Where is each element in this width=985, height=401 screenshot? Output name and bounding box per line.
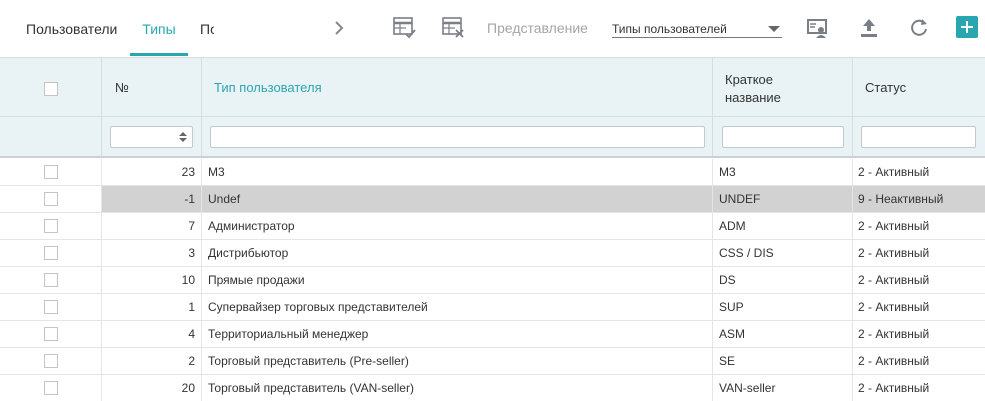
toolbar: Пользователи Типы По Представление Типы … [0,0,985,57]
user-card-icon[interactable] [805,15,831,41]
cell-short-name[interactable]: VAN-seller [713,375,853,401]
row-checkbox-cell [0,240,102,266]
row-checkbox[interactable] [44,381,58,395]
cell-status[interactable]: 2 - Активный [853,213,985,239]
table-row[interactable]: 7 Администратор ADM 2 - Активный [0,213,985,240]
filter-type-input[interactable] [210,126,705,148]
table-row[interactable]: 23 M3 M3 2 - Активный [0,159,985,186]
table-row[interactable]: 20 Торговый представитель (VAN-seller) VAN… [0,375,985,401]
cell-number[interactable]: 2 [102,348,202,374]
column-header-number[interactable]: № [115,80,129,95]
cell-short-name[interactable]: DS [713,267,853,293]
add-button[interactable] [956,16,978,38]
plus-icon [961,21,973,33]
row-checkbox-cell [0,321,102,347]
cell-number[interactable]: 23 [102,159,202,185]
spinner-icon[interactable] [178,130,188,144]
view-select[interactable]: Типы пользователей [612,16,782,38]
column-header-short-name[interactable]: Краткое название [725,71,805,107]
cell-short-name[interactable]: CSS / DIS [713,240,853,266]
cell-short-name[interactable]: M3 [713,159,853,185]
cell-status[interactable]: 2 - Активный [853,321,985,347]
cell-type[interactable]: Undef [202,186,713,212]
cell-short-name[interactable]: UNDEF [713,186,853,212]
cell-number[interactable]: 20 [102,375,202,401]
cell-type[interactable]: Прямые продажи [202,267,713,293]
caret-down-icon [768,26,780,32]
view-select-value: Типы пользователей [612,22,727,36]
cell-type[interactable]: Торговый представитель (Pre-seller) [202,348,713,374]
row-checkbox-cell [0,375,102,401]
cell-status[interactable]: 2 - Активный [853,348,985,374]
table-check-icon[interactable] [392,15,418,41]
row-checkbox[interactable] [44,327,58,341]
cell-number[interactable]: -1 [102,186,202,212]
tab-next-truncated[interactable]: По [200,0,214,56]
refresh-icon[interactable] [906,15,932,41]
cell-type[interactable]: Супервайзер торговых представителей [202,294,713,320]
row-checkbox-cell [0,159,102,185]
select-all-checkbox[interactable] [44,82,58,96]
cell-status[interactable]: 2 - Активный [853,159,985,185]
column-header-type[interactable]: Тип пользователя [214,80,322,95]
cell-short-name[interactable]: SE [713,348,853,374]
filter-status-input[interactable] [861,126,976,148]
types-grid: № Тип пользователя Краткое название Стат… [0,57,985,401]
table-row[interactable]: 3 Дистрибьютор CSS / DIS 2 - Активный [0,240,985,267]
tab-types[interactable]: Типы [130,0,188,56]
cell-number[interactable]: 1 [102,294,202,320]
filter-row [0,117,985,158]
row-checkbox-cell [0,213,102,239]
chevron-right-icon[interactable] [331,18,347,38]
row-checkbox[interactable] [44,300,58,314]
filter-short-name-input[interactable] [722,126,844,148]
table-row[interactable]: 1 Супервайзер торговых представителей SUP 2… [0,294,985,321]
cell-type[interactable]: M3 [202,159,713,185]
cell-type[interactable]: Администратор [202,213,713,239]
row-checkbox[interactable] [44,219,58,233]
cell-type[interactable]: Территориальный менеджер [202,321,713,347]
cell-number[interactable]: 4 [102,321,202,347]
table-delete-icon[interactable] [441,15,467,41]
row-checkbox[interactable] [44,246,58,260]
table-row[interactable]: -1 Undef UNDEF 9 - Неактивный [0,186,985,213]
row-checkbox[interactable] [44,165,58,179]
cell-status[interactable]: 2 - Активный [853,267,985,293]
cell-number[interactable]: 3 [102,240,202,266]
row-checkbox-cell [0,267,102,293]
filter-number-input[interactable] [110,126,193,148]
grid-header: № Тип пользователя Краткое название Стат… [0,58,985,117]
table-row[interactable]: 2 Торговый представитель (Pre-seller) SE 2 … [0,348,985,375]
table-row[interactable]: 10 Прямые продажи DS 2 - Активный [0,267,985,294]
upload-icon[interactable] [856,15,882,41]
column-header-status[interactable]: Статус [865,80,906,95]
row-checkbox-cell [0,186,102,212]
view-label: Представление [487,20,588,36]
cell-number[interactable]: 10 [102,267,202,293]
table-row[interactable]: 4 Территориальный менеджер ASM 2 - Активный [0,321,985,348]
row-checkbox[interactable] [44,192,58,206]
cell-status[interactable]: 2 - Активный [853,375,985,401]
cell-type[interactable]: Дистрибьютор [202,240,713,266]
cell-status[interactable]: 2 - Активный [853,294,985,320]
cell-short-name[interactable]: SUP [713,294,853,320]
tab-users[interactable]: Пользователи [26,0,124,56]
cell-short-name[interactable]: ASM [713,321,853,347]
cell-short-name[interactable]: ADM [713,213,853,239]
cell-number[interactable]: 7 [102,213,202,239]
row-checkbox-cell [0,348,102,374]
row-checkbox-cell [0,294,102,320]
row-checkbox[interactable] [44,354,58,368]
cell-status[interactable]: 2 - Активный [853,240,985,266]
cell-status[interactable]: 9 - Неактивный [853,186,985,212]
row-checkbox[interactable] [44,273,58,287]
cell-type[interactable]: Торговый представитель (VAN-seller) [202,375,713,401]
